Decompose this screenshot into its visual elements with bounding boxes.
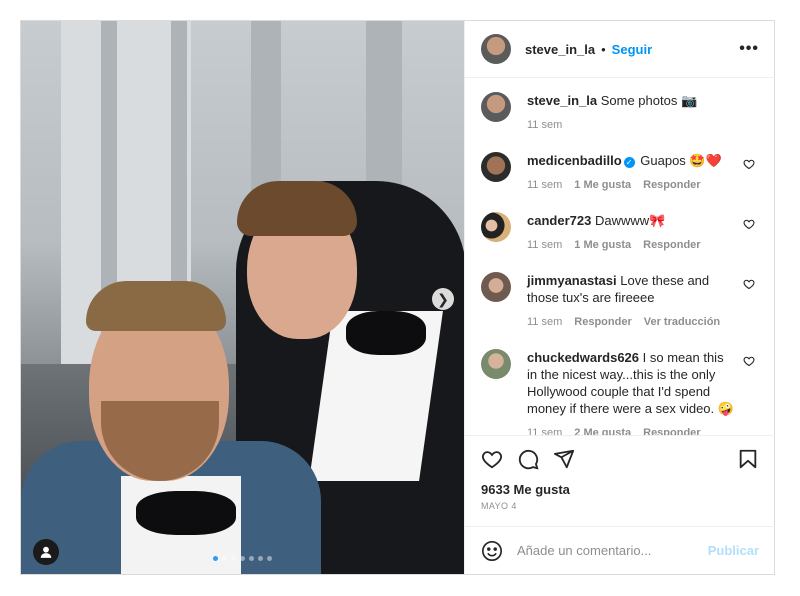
commenter-avatar[interactable] [481, 349, 511, 379]
caption: steve_in_la Some photos 📷 11 sem [481, 92, 759, 134]
see-translation-link[interactable]: Ver traducción [644, 314, 720, 331]
reply-button[interactable]: Responder [643, 425, 700, 435]
comment-item: medicenbadillo ✓ Guapos 🤩❤️ 11 sem 1 Me g… [481, 152, 759, 194]
post-actions: 9633 Me gusta MAYO 4 [465, 435, 775, 511]
add-comment-bar: Publicar [465, 526, 775, 574]
follow-button[interactable]: Seguir [612, 42, 652, 57]
chevron-right-icon: ❯ [437, 290, 449, 307]
carousel-indicator [21, 556, 464, 561]
reply-button[interactable]: Responder [643, 237, 700, 254]
comment-like-heart-icon[interactable] [743, 355, 755, 367]
comment-time[interactable]: 11 sem [527, 177, 562, 194]
commenter-avatar[interactable] [481, 212, 511, 242]
publish-button[interactable]: Publicar [708, 543, 759, 558]
comment-item: jimmyanastasi Love these and those tux's… [481, 272, 759, 331]
comment-likes[interactable]: 1 Me gusta [574, 237, 631, 254]
reply-button[interactable]: Responder [643, 177, 700, 194]
carousel-dot [240, 556, 245, 561]
comment-item: chuckedwards626 I so mean this in the ni… [481, 349, 759, 435]
comment-likes[interactable]: 1 Me gusta [574, 177, 631, 194]
likes-count[interactable]: 9633 Me gusta [481, 482, 759, 497]
post-sidebar: steve_in_la • Seguir ••• steve_in_la Som… [464, 21, 775, 574]
carousel-dot [222, 556, 227, 561]
verified-badge-icon: ✓ [623, 157, 635, 168]
commenter-username[interactable]: medicenbadillo [527, 153, 622, 168]
post-header: steve_in_la • Seguir ••• [465, 21, 775, 78]
post-date[interactable]: MAYO 4 [481, 501, 759, 511]
share-icon[interactable] [553, 448, 575, 470]
caption-username[interactable]: steve_in_la [527, 93, 597, 108]
comment-likes[interactable]: 2 Me gusta [574, 425, 631, 435]
author-username[interactable]: steve_in_la [525, 42, 595, 57]
comment-time[interactable]: 11 sem [527, 237, 562, 254]
commenter-username[interactable]: cander723 [527, 213, 591, 228]
comment-time[interactable]: 11 sem [527, 314, 562, 331]
commenter-username[interactable]: chuckedwards626 [527, 350, 639, 365]
person-right-hair [237, 181, 357, 236]
carousel-dot [231, 556, 236, 561]
carousel-dot [267, 556, 272, 561]
caption-text: Some photos 📷 [600, 93, 698, 108]
comment-time[interactable]: 11 sem [527, 425, 562, 435]
person-right-bowtie [346, 311, 426, 355]
person-left-bowtie [136, 491, 236, 535]
carousel-dot [258, 556, 263, 561]
comment-input[interactable] [517, 543, 708, 558]
comment-icon[interactable] [517, 448, 539, 470]
tagged-users-button[interactable] [33, 539, 59, 565]
caption-time[interactable]: 11 sem [527, 117, 562, 134]
commenter-avatar[interactable] [481, 272, 511, 302]
header-separator: • [601, 41, 606, 57]
caption-avatar[interactable] [481, 92, 511, 122]
comment-like-heart-icon[interactable] [743, 158, 755, 170]
comment-like-heart-icon[interactable] [743, 218, 755, 230]
carousel-dot [213, 556, 218, 561]
post-photo[interactable]: ❯ [21, 21, 464, 574]
emoji-icon[interactable] [481, 540, 503, 562]
author-avatar[interactable] [481, 34, 511, 64]
comment-text: Guapos 🤩❤️ [640, 153, 722, 168]
commenter-avatar[interactable] [481, 152, 511, 182]
comment-text: Dawwww🎀 [594, 213, 666, 228]
post-container: ❯ steve_in_la • Seguir ••• steve_in_la S… [20, 20, 775, 575]
carousel-next-button[interactable]: ❯ [432, 288, 454, 310]
comments-list[interactable]: steve_in_la Some photos 📷 11 sem medicen… [465, 78, 775, 435]
comment-like-heart-icon[interactable] [743, 278, 755, 290]
commenter-username[interactable]: jimmyanastasi [527, 273, 617, 288]
person-left-hair [86, 281, 226, 331]
carousel-dot [249, 556, 254, 561]
comment-item: cander723 Dawwww🎀 11 sem 1 Me gusta Resp… [481, 212, 759, 254]
more-options-icon[interactable]: ••• [739, 40, 759, 58]
heart-icon[interactable] [481, 448, 503, 470]
reply-button[interactable]: Responder [574, 314, 631, 331]
bookmark-icon[interactable] [737, 448, 759, 470]
